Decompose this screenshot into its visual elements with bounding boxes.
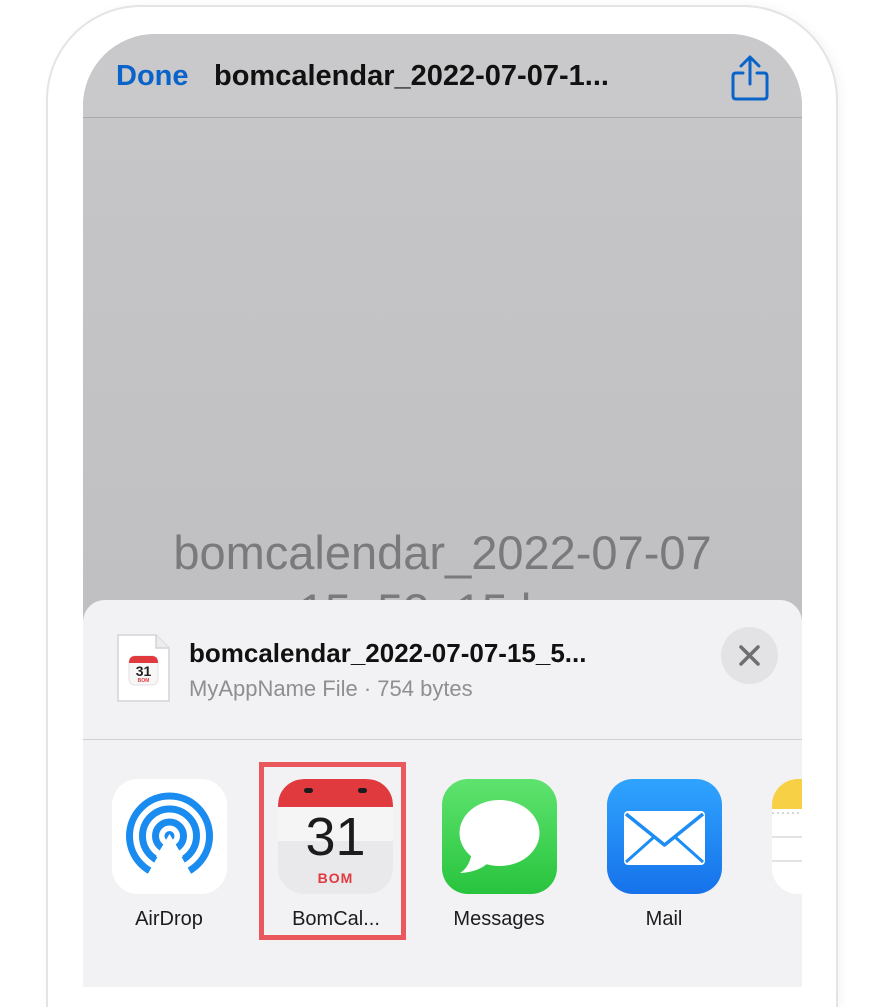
app-messages[interactable] [442, 779, 557, 894]
app-messages-label[interactable]: Messages [429, 908, 569, 931]
sheet-divider [83, 739, 802, 740]
mail-icon [624, 811, 705, 865]
close-button[interactable] [721, 627, 778, 684]
document-title: bomcalendar_2022-07-07-1... [214, 60, 609, 92]
navigation-bar: Done bomcalendar_2022-07-07-1... [83, 34, 802, 118]
file-thumbnail: 31 BOM [116, 633, 171, 703]
airdrop-icon [126, 792, 213, 884]
app-airdrop-label[interactable]: AirDrop [99, 908, 239, 931]
share-sheet: 31 BOM bomcalendar_2022-07-07-15_5... My… [83, 600, 802, 987]
share-button[interactable] [728, 54, 772, 102]
file-icon-brand: BOM [137, 678, 150, 684]
screen: Done bomcalendar_2022-07-07-1... bomcale… [83, 34, 802, 987]
selection-highlight [259, 762, 406, 940]
preview-line-1: bomcalendar_2022-07-07 [173, 526, 712, 579]
file-icon-day: 31 [135, 663, 152, 679]
share-icon [731, 55, 769, 101]
messages-icon [459, 800, 540, 873]
app-notes[interactable] [772, 779, 802, 894]
app-airdrop[interactable] [112, 779, 227, 894]
done-button[interactable]: Done [116, 60, 189, 93]
file-name: bomcalendar_2022-07-07-15_5... [189, 638, 587, 668]
file-meta: MyAppName File · 754 bytes [189, 676, 473, 701]
app-mail[interactable] [607, 779, 722, 894]
app-mail-label[interactable]: Mail [594, 908, 734, 931]
close-icon [739, 645, 760, 666]
notes-icon [772, 779, 802, 862]
